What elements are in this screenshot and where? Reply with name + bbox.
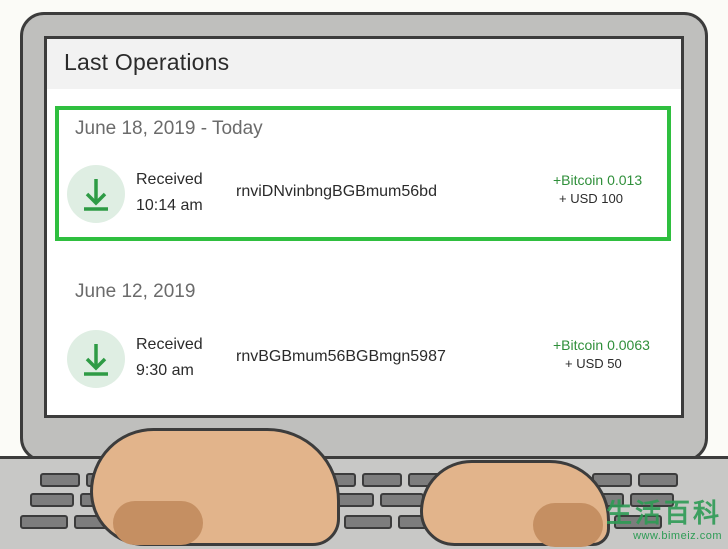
key: [380, 493, 424, 507]
received-icon-circle: [67, 330, 125, 388]
transaction-id[interactable]: rnviDNvinbngBGBmum56bd: [236, 183, 437, 201]
transaction-usd-amount: + USD 100: [559, 191, 623, 206]
download-arrow-icon: [84, 179, 108, 211]
transaction-status: Received: [136, 336, 203, 353]
received-icon-circle: [67, 165, 125, 223]
left-hand: [90, 428, 340, 546]
operation-group-june-12[interactable]: June 12, 2019 Received 9:30 am rnvBGBmum…: [55, 267, 671, 415]
key: [40, 473, 80, 487]
key: [20, 515, 68, 529]
watermark: 生活百科 www.bimeiz.com: [606, 493, 722, 542]
key: [30, 493, 74, 507]
transaction-btc-amount: +Bitcoin 0.0063: [553, 337, 650, 353]
transaction-btc-amount: +Bitcoin 0.013: [553, 172, 643, 188]
transaction-id[interactable]: rnvBGBmum56BGBmgn5987: [236, 348, 446, 366]
transaction-usd-amount: + USD 50: [565, 356, 622, 371]
transaction-time: 10:14 am: [136, 197, 203, 214]
transaction-status: Received: [136, 171, 203, 188]
screen-header: Last Operations: [47, 39, 681, 89]
watermark-url: www.bimeiz.com: [633, 530, 722, 542]
group-date: June 18, 2019 - Today: [75, 118, 263, 139]
watermark-chinese-text: 生活百科: [605, 498, 722, 528]
transaction-time: 9:30 am: [136, 362, 194, 379]
page-title: Last Operations: [64, 49, 230, 75]
operation-group-today[interactable]: June 18, 2019 - Today Received 10:14 am …: [55, 106, 671, 241]
download-arrow-icon: [84, 344, 108, 376]
key: [344, 515, 392, 529]
group-date: June 12, 2019: [75, 281, 196, 302]
right-hand: [420, 460, 610, 547]
key: [638, 473, 678, 487]
key: [362, 473, 402, 487]
laptop-screen: Last Operations June 18, 2019 - Today Re…: [44, 36, 684, 418]
